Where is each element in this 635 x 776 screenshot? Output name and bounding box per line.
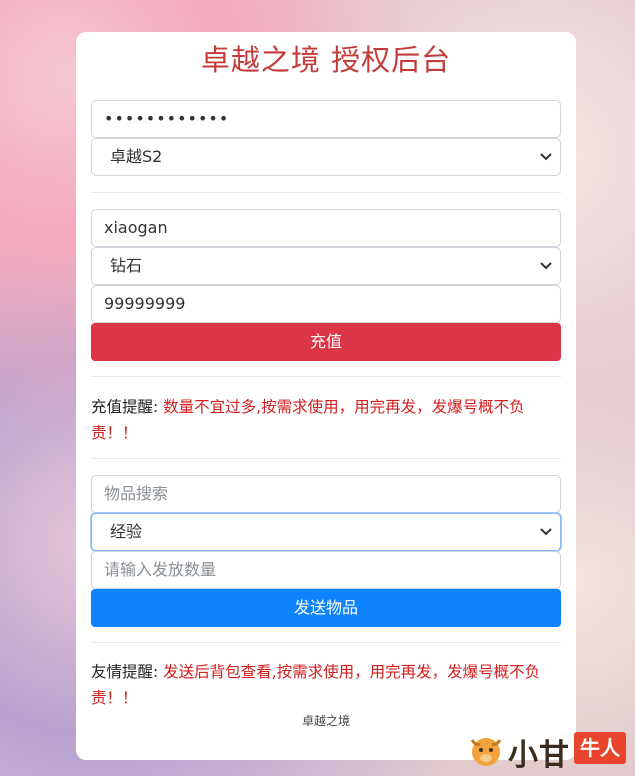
password-value: •••••••••••• xyxy=(104,109,230,128)
chevron-down-icon xyxy=(540,153,552,161)
watermark-logo: 小甘 牛人 xyxy=(466,728,631,773)
watermark-text: 小甘 xyxy=(508,738,570,773)
item-search-placeholder: 物品搜索 xyxy=(104,484,169,503)
send-item-button[interactable]: 发送物品 xyxy=(91,589,561,627)
divider xyxy=(91,642,561,643)
amount-input[interactable]: 99999999 xyxy=(91,285,561,323)
chevron-down-icon xyxy=(540,262,552,270)
item-notice-text: 发送后背包查看,按需求使用，用完再发，发爆号概不负责！！ xyxy=(91,663,541,707)
ox-icon xyxy=(470,738,502,766)
recharge-button[interactable]: 充值 xyxy=(91,323,561,361)
watermark-badge: 牛人 xyxy=(574,732,626,764)
quantity-placeholder: 请输入发放数量 xyxy=(104,560,217,579)
divider xyxy=(91,192,561,193)
item-notice: 友情提醒: 发送后背包查看,按需求使用，用完再发，发爆号概不负责！！ xyxy=(91,659,561,711)
item-select-value: 经验 xyxy=(110,522,143,541)
recharge-notice-label: 充值提醒: xyxy=(91,398,159,416)
amount-value: 99999999 xyxy=(104,294,186,313)
password-input[interactable]: •••••••••••• xyxy=(91,100,561,138)
quantity-input[interactable]: 请输入发放数量 xyxy=(91,551,561,589)
recharge-notice: 充值提醒: 数量不宜过多,按需求使用，用完再发，发爆号概不负责！！ xyxy=(91,394,561,446)
account-value: xiaogan xyxy=(104,218,168,237)
page-title: 卓越之境 授权后台 xyxy=(200,43,452,77)
chevron-down-icon xyxy=(540,528,552,536)
divider xyxy=(91,458,561,459)
account-input[interactable]: xiaogan xyxy=(91,209,561,247)
footer-text: 卓越之境 xyxy=(301,714,350,728)
currency-select[interactable]: 钻石 xyxy=(91,247,561,285)
divider xyxy=(91,376,561,377)
currency-select-value: 钻石 xyxy=(110,256,143,275)
item-notice-label: 友情提醒: xyxy=(91,663,159,681)
item-select[interactable]: 经验 xyxy=(91,513,561,551)
admin-panel: 卓越之境 授权后台 •••••••••••• 卓越S2 xiaogan 钻石 9… xyxy=(76,32,576,760)
item-search-input[interactable]: 物品搜索 xyxy=(91,475,561,513)
server-select[interactable]: 卓越S2 xyxy=(91,138,561,176)
server-select-value: 卓越S2 xyxy=(110,147,163,166)
